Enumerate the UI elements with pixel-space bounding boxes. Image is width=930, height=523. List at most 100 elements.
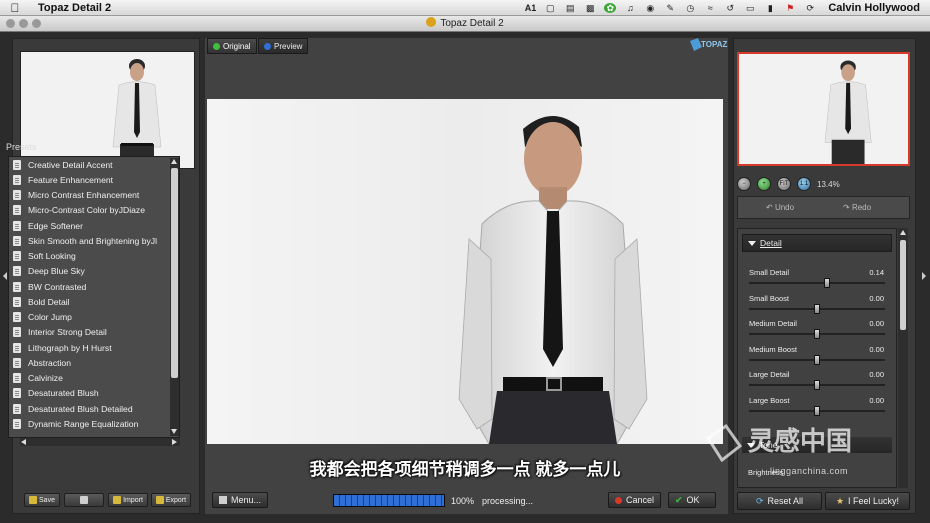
ok-button[interactable]: ✔ OK <box>668 492 716 508</box>
tab-original[interactable]: Original <box>207 38 257 54</box>
preset-item[interactable]: Edge Softener <box>9 218 179 233</box>
preset-item[interactable]: Interior Strong Detail <box>9 325 179 340</box>
preset-item[interactable]: Bold Detail <box>9 294 179 309</box>
preset-item[interactable]: BW Contrasted <box>9 279 179 294</box>
slider-knob[interactable] <box>823 278 830 288</box>
preset-item[interactable]: Creative Detail Accent <box>9 157 179 172</box>
scrollbar-thumb[interactable] <box>900 240 906 330</box>
preset-item[interactable]: Desaturated Blush Detailed <box>9 401 179 416</box>
expand-triangle-icon <box>748 240 756 246</box>
slider-value[interactable]: 0.00 <box>869 345 884 354</box>
preset-label: Bold Detail <box>28 296 70 307</box>
detail-section-header[interactable]: Detail <box>742 234 892 252</box>
slider-value[interactable]: 0.00 <box>869 319 884 328</box>
menu-button[interactable]: Menu... <box>212 492 269 508</box>
wifi-icon[interactable]: ≈ <box>704 3 716 13</box>
preview-thumbnail[interactable] <box>737 52 910 166</box>
close-window-button[interactable] <box>6 19 15 28</box>
scroll-up-arrow-icon[interactable] <box>171 159 177 164</box>
battery-icon[interactable]: ▮ <box>764 3 776 13</box>
preset-label: Abstraction <box>28 357 71 368</box>
preset-item[interactable]: Dynamic Range Equalization <box>9 416 179 431</box>
app-name-menu[interactable]: Topaz Detail 2 <box>38 2 111 14</box>
scroll-down-arrow-icon[interactable] <box>171 429 177 434</box>
preset-label: Color Jump <box>28 312 72 323</box>
zoom-window-button[interactable] <box>32 19 41 28</box>
preset-item[interactable]: Calvinize <box>9 371 179 386</box>
stack-icon[interactable]: ▤ <box>564 3 576 13</box>
preset-item[interactable]: Lithograph by H Hurst <box>9 340 179 355</box>
tab-preview-label: Preview <box>274 41 303 51</box>
preset-item[interactable]: Soft Looking <box>9 249 179 264</box>
slider-knob[interactable] <box>814 380 820 390</box>
checkmark-icon: ✔ <box>675 494 683 505</box>
minimize-window-button[interactable] <box>19 19 28 28</box>
preset-item[interactable]: Color Jump <box>9 310 179 325</box>
volume-icon[interactable]: ♫ <box>624 3 636 13</box>
apple-menu-icon[interactable]:  <box>0 1 30 15</box>
slider-knob[interactable] <box>814 329 820 339</box>
undo-button[interactable]: ↶ Undo <box>766 203 794 212</box>
slider-value[interactable]: 0.00 <box>869 294 884 303</box>
history-icon[interactable]: ↺ <box>724 3 736 13</box>
slider-track[interactable] <box>749 282 885 284</box>
sync-icon[interactable]: ⟳ <box>804 3 816 13</box>
cancel-icon <box>615 496 622 504</box>
script-icon[interactable]: ✎ <box>664 3 676 13</box>
preset-blank-button[interactable] <box>64 493 104 507</box>
user-name[interactable]: Calvin Hollywood <box>828 2 920 14</box>
slider-row: Large Boost 0.00 <box>748 396 888 420</box>
progress-fill <box>334 495 444 506</box>
slider-knob[interactable] <box>814 354 820 365</box>
redo-button[interactable]: ↷ Redo <box>843 203 871 212</box>
preset-item[interactable]: Micro Contrast Enhancement <box>9 188 179 203</box>
menubar:  Topaz Detail 2 A1 ▢ ▤ ▩ ✿ ♫ ◉ ✎ ◷ ≈ ↺ … <box>0 0 930 16</box>
reset-icon: ⟳ <box>755 495 764 506</box>
preset-item[interactable]: Desaturated Blush <box>9 386 179 401</box>
zoom-fit-button[interactable]: FIT <box>777 177 791 191</box>
slider-knob[interactable] <box>814 303 820 314</box>
preset-item[interactable]: Deep Blue Sky <box>9 264 179 279</box>
save-preset-button[interactable]: Save <box>24 493 60 507</box>
adobe-icon[interactable]: A1 <box>525 3 537 13</box>
preset-item[interactable]: Skin Smooth and Brightening byJl <box>9 233 179 248</box>
zoom-in-icon[interactable]: + <box>757 177 771 191</box>
preset-document-icon <box>13 403 21 414</box>
collapse-right-arrow-icon[interactable] <box>922 272 926 280</box>
zoom-100-button[interactable]: 1:1 <box>797 177 811 191</box>
flag-icon[interactable]: ⚑ <box>784 3 796 13</box>
preset-item[interactable]: Feature Enhancement <box>9 172 179 187</box>
slider-value[interactable]: 0.14 <box>869 268 884 277</box>
evernote-icon[interactable]: ✿ <box>604 2 617 13</box>
navigator-thumbnail[interactable] <box>20 51 195 169</box>
clock-icon[interactable]: ◷ <box>684 3 696 13</box>
presets-horizontal-scrollbar[interactable] <box>20 438 180 446</box>
slider-value[interactable]: 0.00 <box>869 396 884 405</box>
image-canvas[interactable] <box>207 99 723 444</box>
zoom-out-icon[interactable]: − <box>737 177 751 191</box>
import-button[interactable]: Import <box>108 493 148 507</box>
presets-list[interactable]: Creative Detail Accent Feature Enhancemen… <box>8 156 180 438</box>
reset-all-button[interactable]: ⟳ Reset All <box>737 492 822 510</box>
tab-original-label: Original <box>223 41 251 51</box>
cancel-button[interactable]: Cancel <box>608 492 662 508</box>
slider-value[interactable]: 0.00 <box>869 370 884 379</box>
window-titlebar: Topaz Detail 2 <box>0 16 930 32</box>
preset-item[interactable]: Abstraction <box>9 355 179 370</box>
i-feel-lucky-button[interactable]: ★ I Feel Lucky! <box>825 492 910 510</box>
collapse-left-arrow-icon[interactable] <box>3 272 7 280</box>
tab-preview[interactable]: Preview <box>258 38 309 54</box>
scroll-left-arrow-icon[interactable] <box>21 439 26 445</box>
export-button[interactable]: Export <box>151 493 191 507</box>
scroll-up-arrow-icon[interactable] <box>900 230 906 235</box>
scrollbar-thumb[interactable] <box>171 168 178 378</box>
display-icon[interactable]: ▩ <box>584 3 596 13</box>
notification-icon[interactable]: ◉ <box>644 3 656 13</box>
preset-item[interactable]: Micro-Contrast Color byJDiaze <box>9 203 179 218</box>
preset-document-icon <box>13 235 21 246</box>
monitor-icon[interactable]: ▭ <box>744 3 756 13</box>
scroll-right-arrow-icon[interactable] <box>172 439 177 445</box>
window-icon[interactable]: ▢ <box>544 3 556 13</box>
presets-vertical-scrollbar[interactable] <box>170 158 179 436</box>
slider-knob[interactable] <box>814 405 820 416</box>
